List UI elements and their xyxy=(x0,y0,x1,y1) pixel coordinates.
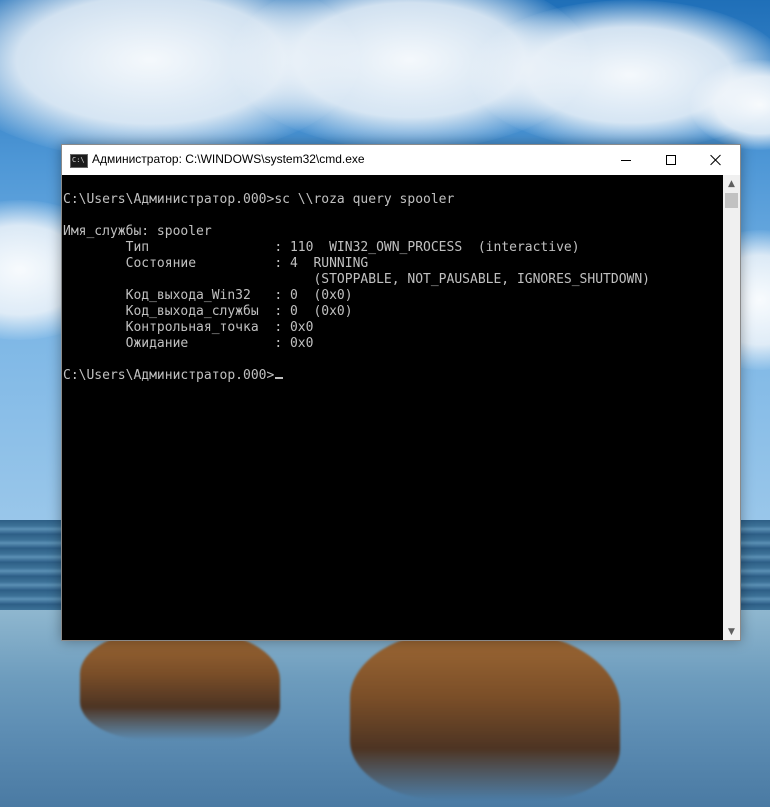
console-line: Ожидание : 0x0 xyxy=(63,336,314,351)
console-line: Имя_службы: spooler xyxy=(63,224,212,239)
scrollbar-thumb[interactable] xyxy=(725,193,738,208)
wallpaper-rock-reflection xyxy=(350,630,620,800)
maximize-button[interactable] xyxy=(648,145,693,175)
console-line: (STOPPABLE, NOT_PAUSABLE, IGNORES_SHUTDO… xyxy=(63,272,650,287)
window-titlebar[interactable]: C:\ Администратор: C:\WINDOWS\system32\c… xyxy=(62,145,740,175)
console-prompt: C:\Users\Администратор.000> xyxy=(63,368,275,383)
close-button[interactable] xyxy=(693,145,738,175)
console-prompt-line[interactable]: C:\Users\Администратор.000> xyxy=(63,368,723,384)
maximize-icon xyxy=(665,155,676,165)
scroll-down-button[interactable]: ▼ xyxy=(723,623,740,640)
chevron-up-icon: ▲ xyxy=(728,178,735,189)
console-line: Состояние : 4 RUNNING xyxy=(63,256,369,271)
console-line: Код_выхода_Win32 : 0 (0x0) xyxy=(63,288,353,303)
window-title: Администратор: C:\WINDOWS\system32\cmd.e… xyxy=(92,152,365,166)
wallpaper-rock-reflection xyxy=(80,630,280,740)
scroll-up-button[interactable]: ▲ xyxy=(723,175,740,192)
console-line: C:\Users\Администратор.000>sc \\roza que… xyxy=(63,192,455,207)
minimize-icon xyxy=(620,159,631,161)
text-cursor xyxy=(275,377,284,379)
vertical-scrollbar[interactable]: ▲ ▼ xyxy=(723,175,740,640)
console-line: Контрольная_точка : 0x0 xyxy=(63,320,314,335)
console-line: Тип : 110 WIN32_OWN_PROCESS (interactive… xyxy=(63,240,580,255)
minimize-button[interactable] xyxy=(603,145,648,175)
console-output[interactable]: C:\Users\Администратор.000>sc \\roza que… xyxy=(62,175,723,640)
console-line: Код_выхода_службы : 0 (0x0) xyxy=(63,304,353,319)
close-icon xyxy=(710,154,722,166)
chevron-down-icon: ▼ xyxy=(728,626,735,637)
cmd-icon[interactable]: C:\ xyxy=(70,154,88,168)
cmd-window[interactable]: C:\ Администратор: C:\WINDOWS\system32\c… xyxy=(61,144,741,641)
